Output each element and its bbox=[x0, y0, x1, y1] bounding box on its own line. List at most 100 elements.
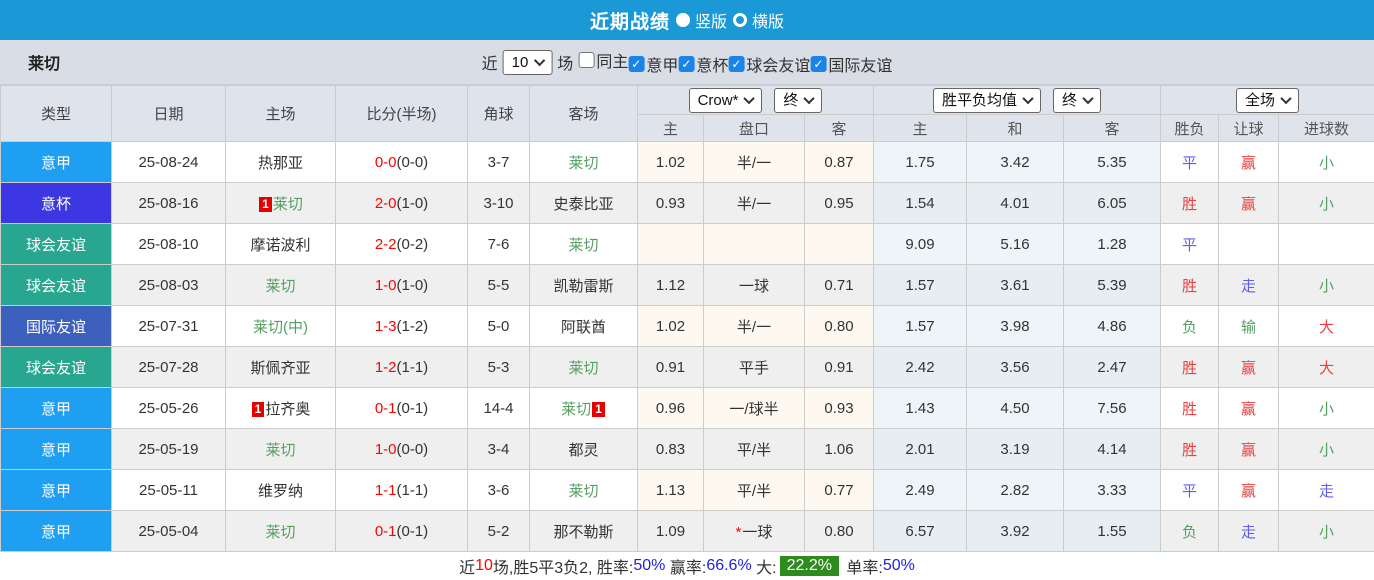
europe-odds-header: 胜平负均值 终 bbox=[874, 86, 1161, 115]
summary-stats: 近10场,胜5平3负2, 胜率:50% 赢率:66.6% 大:22.2% 单率:… bbox=[0, 552, 1374, 580]
match-date: 25-08-24 bbox=[112, 142, 226, 183]
corners: 5-3 bbox=[468, 347, 530, 388]
fulltime-score: 1-2 bbox=[375, 359, 397, 376]
filter-label: 意甲 bbox=[646, 52, 678, 76]
filterbar: 莱切 近 10 场 同主✓意甲✓意杯✓球会友谊✓国际友谊 bbox=[0, 40, 1374, 85]
score-cell: 1-2(1-1) bbox=[336, 347, 468, 388]
summary-segment: 66.6% bbox=[706, 557, 751, 575]
euro-home-odds: 1.75 bbox=[874, 142, 967, 183]
euro-draw-odds: 3.61 bbox=[967, 265, 1064, 306]
match-result: 胜 bbox=[1161, 265, 1219, 306]
subheader-handicap: 盘口 bbox=[704, 115, 805, 142]
asia-away-odds: 0.77 bbox=[805, 470, 874, 511]
match-result: 胜 bbox=[1161, 388, 1219, 429]
asia-time-select[interactable]: 终 bbox=[774, 88, 822, 113]
subheader-euro-home: 主 bbox=[874, 115, 967, 142]
handicap-result: 赢 bbox=[1219, 388, 1279, 429]
euro-away-odds: 4.14 bbox=[1064, 429, 1161, 470]
scope-select[interactable]: 全场 bbox=[1236, 88, 1299, 113]
radio-unselected-icon[interactable] bbox=[733, 13, 747, 27]
filter-label: 球会友谊 bbox=[746, 52, 810, 76]
europe-metric-select[interactable]: 胜平负均值 bbox=[933, 88, 1041, 113]
away-team: 莱切 bbox=[530, 347, 638, 388]
checkbox-checked-icon[interactable]: ✓ bbox=[728, 56, 744, 72]
euro-draw-odds: 3.98 bbox=[967, 306, 1064, 347]
chevron-down-icon bbox=[1280, 93, 1291, 104]
match-date: 25-07-31 bbox=[112, 306, 226, 347]
asia-away-odds: 0.95 bbox=[805, 183, 874, 224]
team-label: 莱切 bbox=[265, 278, 295, 295]
asia-away-odds: 0.80 bbox=[805, 511, 874, 552]
team-label: 莱切 bbox=[265, 524, 295, 541]
goals-result: 大 bbox=[1279, 347, 1374, 388]
fulltime-score: 1-1 bbox=[375, 482, 397, 499]
asia-home-odds: 1.02 bbox=[638, 306, 704, 347]
euro-away-odds: 1.28 bbox=[1064, 224, 1161, 265]
corners: 5-0 bbox=[468, 306, 530, 347]
team-label: 莱切 bbox=[273, 196, 303, 213]
fulltime-score: 0-1 bbox=[375, 400, 397, 417]
games-label: 场 bbox=[557, 50, 573, 74]
star-icon: * bbox=[736, 524, 742, 541]
checkbox-checked-icon[interactable]: ✓ bbox=[628, 56, 644, 72]
corners: 3-10 bbox=[468, 183, 530, 224]
filter-item[interactable]: ✓球会友谊 bbox=[728, 52, 810, 76]
checkbox-checked-icon[interactable]: ✓ bbox=[678, 56, 694, 72]
asia-home-odds: 0.83 bbox=[638, 429, 704, 470]
checkbox-unchecked-icon[interactable] bbox=[578, 52, 594, 68]
handicap-result: 走 bbox=[1219, 265, 1279, 306]
asia-away-odds: 0.71 bbox=[805, 265, 874, 306]
league-badge: 球会友谊 bbox=[1, 224, 112, 265]
team-label: 阿联酋 bbox=[561, 319, 606, 336]
bookmaker-select[interactable]: Crow* bbox=[689, 88, 763, 113]
league-badge: 球会友谊 bbox=[1, 347, 112, 388]
away-team: 阿联酋 bbox=[530, 306, 638, 347]
handicap-result: 走 bbox=[1219, 511, 1279, 552]
filter-item[interactable]: ✓意甲 bbox=[628, 52, 678, 76]
subheader-euro-away: 客 bbox=[1064, 115, 1161, 142]
halftime-score: (1-0) bbox=[397, 195, 429, 212]
handicap-result: 赢 bbox=[1219, 142, 1279, 183]
goals-result: 小 bbox=[1279, 265, 1374, 306]
filter-item[interactable]: 同主 bbox=[578, 48, 628, 72]
table-row: 意甲 25-05-19 莱切 1-0(0-0) 3-4 都灵 0.83 平/半 … bbox=[1, 429, 1374, 470]
match-date: 25-05-11 bbox=[112, 470, 226, 511]
goals-result: 小 bbox=[1279, 511, 1374, 552]
team-label: 维罗纳 bbox=[258, 483, 303, 500]
goals-result bbox=[1279, 224, 1374, 265]
euro-home-odds: 1.57 bbox=[874, 306, 967, 347]
halftime-score: (1-0) bbox=[397, 277, 429, 294]
handicap-line: 半/一 bbox=[704, 306, 805, 347]
fulltime-score: 1-0 bbox=[375, 441, 397, 458]
europe-time-value: 终 bbox=[1062, 91, 1077, 110]
league-badge: 意甲 bbox=[1, 470, 112, 511]
home-team: 莱切(中) bbox=[226, 306, 336, 347]
col-header-away: 客场 bbox=[530, 86, 638, 142]
score-cell: 0-1(0-1) bbox=[336, 388, 468, 429]
match-count-select[interactable]: 10 bbox=[503, 50, 553, 75]
handicap-result bbox=[1219, 224, 1279, 265]
asia-time-value: 终 bbox=[783, 91, 798, 110]
scope-header: 全场 bbox=[1161, 86, 1374, 115]
handicap-result: 赢 bbox=[1219, 470, 1279, 511]
europe-time-select[interactable]: 终 bbox=[1053, 88, 1101, 113]
euro-draw-odds: 2.82 bbox=[967, 470, 1064, 511]
team-label: 凯勒雷斯 bbox=[553, 278, 613, 295]
handicap-line: 半/一 bbox=[704, 183, 805, 224]
euro-away-odds: 3.33 bbox=[1064, 470, 1161, 511]
summary-segment: 近 bbox=[459, 554, 475, 578]
corners: 3-4 bbox=[468, 429, 530, 470]
radio-selected-icon[interactable] bbox=[676, 13, 690, 27]
checkbox-checked-icon[interactable]: ✓ bbox=[810, 56, 826, 72]
team-label: 都灵 bbox=[568, 442, 598, 459]
filter-item[interactable]: ✓意杯 bbox=[678, 52, 728, 76]
euro-home-odds: 2.49 bbox=[874, 470, 967, 511]
layout-vertical-option[interactable]: 竖版 bbox=[676, 8, 727, 32]
goals-result: 小 bbox=[1279, 429, 1374, 470]
home-team: 莱切 bbox=[226, 429, 336, 470]
layout-horizontal-option[interactable]: 横版 bbox=[733, 8, 784, 32]
fulltime-score: 0-1 bbox=[375, 523, 397, 540]
filter-item[interactable]: ✓国际友谊 bbox=[810, 52, 892, 76]
halftime-score: (1-2) bbox=[397, 318, 429, 335]
subheader-goals: 进球数 bbox=[1279, 115, 1374, 142]
